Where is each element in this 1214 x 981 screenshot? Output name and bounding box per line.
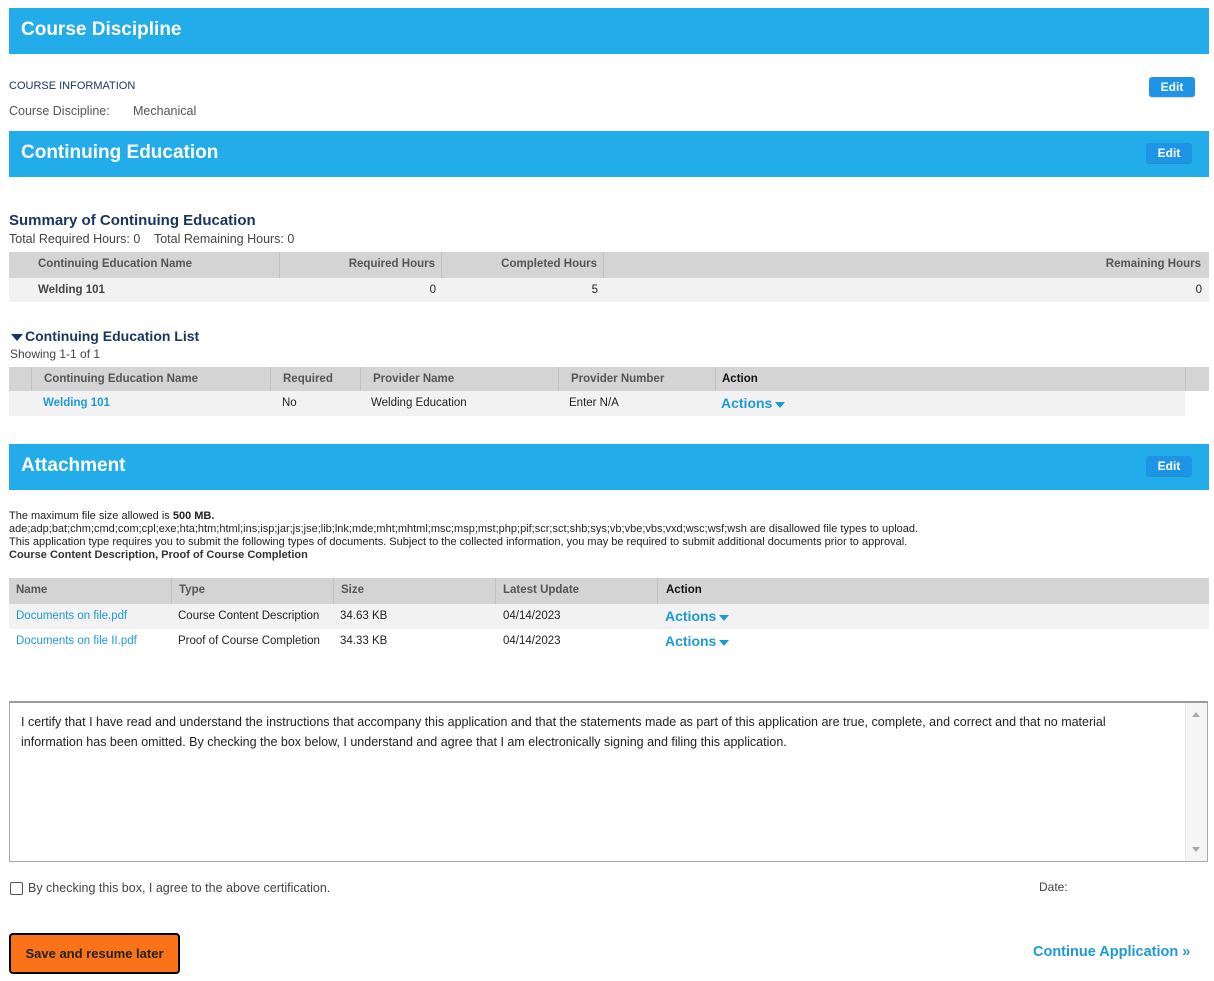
max-size-value: 500 MB. bbox=[172, 510, 215, 522]
ce-col-name: Continuing Education Name bbox=[31, 367, 270, 391]
attachment-actions-menu[interactable]: Actions bbox=[665, 604, 730, 629]
summary-row-name: Welding 101 bbox=[38, 284, 105, 296]
attachment-type: Course Content Description bbox=[178, 610, 320, 622]
summary-row-required: 0 bbox=[429, 284, 436, 296]
ce-list-header: Continuing Education Name Required Provi… bbox=[9, 367, 1209, 391]
continuing-education-title: Continuing Education bbox=[21, 142, 219, 163]
ce-col-provider-number: Provider Number bbox=[558, 367, 715, 391]
attachment-actions-label[interactable]: Actions bbox=[665, 633, 716, 649]
max-size-text: The maximum file size allowed is bbox=[9, 510, 173, 522]
course-discipline-field-label: Course Discipline: bbox=[9, 104, 110, 118]
continuing-education-edit-button[interactable]: Edit bbox=[1146, 143, 1192, 163]
scroll-down-icon[interactable] bbox=[1192, 847, 1200, 852]
ce-col-action: Action bbox=[715, 367, 1185, 391]
ce-row-name-link[interactable]: Welding 101 bbox=[43, 397, 110, 409]
ce-row-provider: Welding Education bbox=[371, 397, 467, 409]
attachment-date: 04/14/2023 bbox=[503, 635, 561, 647]
certification-scrollbar[interactable] bbox=[1185, 703, 1207, 861]
continuing-education-banner: Continuing Education Edit bbox=[9, 131, 1209, 177]
course-discipline-field-value: Mechanical bbox=[133, 104, 197, 118]
ce-col-required: Required bbox=[270, 367, 360, 391]
summary-col-completed: Completed Hours bbox=[441, 252, 603, 278]
summary-col-remaining: Remaining Hours bbox=[603, 252, 1209, 278]
table-row: Documents on file.pdf Course Content Des… bbox=[9, 604, 1209, 629]
summary-table-header: Continuing Education Name Required Hours… bbox=[9, 252, 1209, 278]
attachment-actions-label[interactable]: Actions bbox=[665, 608, 716, 624]
summary-col-required: Required Hours bbox=[279, 252, 441, 278]
summary-col-name: Continuing Education Name bbox=[38, 258, 192, 270]
attachment-type: Proof of Course Completion bbox=[178, 635, 320, 647]
ce-col-spacer bbox=[1185, 367, 1209, 391]
certification-checkbox-label: By checking this box, I agree to the abo… bbox=[28, 881, 331, 895]
att-col-type: Type bbox=[171, 578, 333, 604]
attachment-size: 34.63 KB bbox=[340, 610, 388, 622]
dropdown-arrow-icon bbox=[719, 639, 730, 646]
certification-textarea[interactable]: I certify that I have read and understan… bbox=[9, 701, 1208, 862]
ce-col-provider: Provider Name bbox=[360, 367, 558, 391]
ce-list-showing: Showing 1-1 of 1 bbox=[10, 347, 101, 361]
attachment-banner: Attachment Edit bbox=[9, 444, 1209, 490]
required-docs: Course Content Description, Proof of Cou… bbox=[9, 549, 308, 561]
dropdown-arrow-icon bbox=[775, 401, 786, 408]
ce-list-heading: Continuing Education List bbox=[25, 328, 200, 344]
att-col-size: Size bbox=[333, 578, 495, 604]
table-row: Documents on file II.pdf Proof of Course… bbox=[9, 629, 1209, 654]
course-discipline-banner: Course Discipline bbox=[9, 8, 1209, 54]
att-col-action: Action bbox=[657, 578, 1209, 604]
attachment-info: The maximum file size allowed is 500 MB.… bbox=[9, 510, 1204, 562]
course-discipline-title: Course Discipline bbox=[21, 19, 182, 40]
attachment-title: Attachment bbox=[21, 455, 126, 476]
continue-application-link[interactable]: Continue Application » bbox=[1033, 944, 1190, 960]
att-col-name: Name bbox=[16, 584, 48, 596]
attachment-table-header: Name Type Size Latest Update Action bbox=[9, 578, 1209, 604]
summary-row-completed: 5 bbox=[591, 284, 598, 296]
certification-checkbox[interactable] bbox=[10, 882, 23, 895]
summary-heading: Summary of Continuing Education bbox=[9, 212, 256, 229]
summary-totals: Total Required Hours: 0 Total Remaining … bbox=[9, 232, 295, 246]
collapse-triangle-icon bbox=[11, 334, 23, 341]
att-col-date: Latest Update bbox=[495, 578, 657, 604]
attachment-actions-menu[interactable]: Actions bbox=[665, 629, 730, 654]
ce-row-provider-number: Enter N/A bbox=[569, 397, 619, 409]
ce-row-actions-label[interactable]: Actions bbox=[721, 395, 772, 411]
attachment-file-link[interactable]: Documents on file II.pdf bbox=[16, 635, 137, 647]
dropdown-arrow-icon bbox=[719, 614, 730, 621]
course-discipline-edit-button[interactable]: Edit bbox=[1149, 77, 1195, 97]
disallowed-types: ade;adp;bat;chm;cmd;com;cpl;exe;hta;htm;… bbox=[9, 523, 919, 535]
table-row: Welding 101 0 5 0 bbox=[9, 278, 1209, 302]
attachment-size: 34.33 KB bbox=[340, 635, 388, 647]
requirement-text: This application type requires you to su… bbox=[9, 536, 908, 548]
ce-row-actions-menu[interactable]: Actions bbox=[721, 391, 786, 416]
attachment-date: 04/14/2023 bbox=[503, 610, 561, 622]
course-information-label: COURSE INFORMATION bbox=[9, 80, 136, 92]
save-and-resume-button[interactable]: Save and resume later bbox=[9, 933, 180, 974]
summary-row-remaining: 0 bbox=[1195, 284, 1202, 296]
table-row: Welding 101 No Welding Education Enter N… bbox=[9, 391, 1185, 416]
scroll-up-icon[interactable] bbox=[1192, 712, 1200, 717]
date-label: Date: bbox=[1039, 880, 1068, 894]
attachment-edit-button[interactable]: Edit bbox=[1146, 456, 1192, 476]
ce-row-required: No bbox=[282, 397, 297, 409]
attachment-file-link[interactable]: Documents on file.pdf bbox=[16, 610, 127, 622]
certification-text: I certify that I have read and understan… bbox=[21, 715, 1106, 749]
